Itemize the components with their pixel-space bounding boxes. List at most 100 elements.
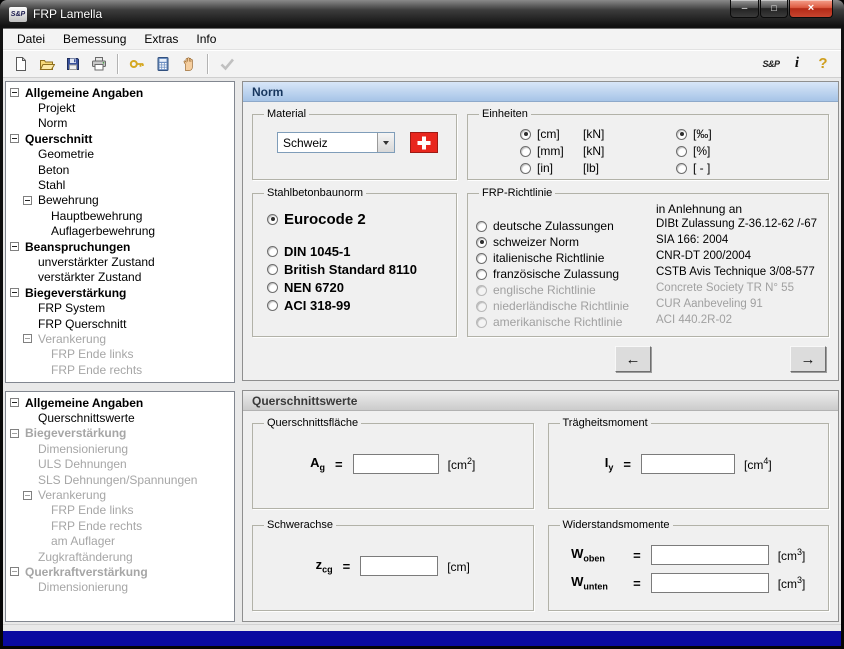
radio-button-icon[interactable] [476,221,487,232]
forward-button[interactable]: → [790,346,826,372]
confirm-button[interactable] [214,52,240,76]
tree-item[interactable]: verstärkter Zustand [7,270,233,285]
tree-expander-icon[interactable] [10,398,19,407]
maximize-button[interactable]: □ [760,0,788,18]
radio-button-icon[interactable] [476,237,487,248]
tree-item[interactable]: FRP System [7,300,233,315]
inertia-input[interactable] [641,454,735,474]
radio-button-icon[interactable] [476,285,487,296]
radio-button-icon[interactable] [476,253,487,264]
tree-item[interactable]: Auflagerbewehrung [7,224,233,239]
radio-button-icon[interactable] [520,146,531,157]
swiss-flag-button[interactable] [410,132,438,153]
radio-button-icon[interactable] [267,282,278,293]
concrete-code-option[interactable]: Eurocode 2 [267,208,448,230]
tree-item[interactable]: Hauptbewehrung [7,208,233,223]
tree-item[interactable]: ULS Dehnungen [7,457,233,472]
tree-item[interactable]: Projekt [7,100,233,115]
license-key-button[interactable] [124,52,150,76]
frp-guideline-option[interactable]: amerikanische Richtlinie [476,314,656,330]
print-button[interactable] [86,52,112,76]
calculate-button[interactable] [150,52,176,76]
tree-expander-icon[interactable] [10,288,19,297]
frp-guideline-option[interactable]: deutsche Zulassungen [476,218,656,234]
tree-expander-icon[interactable] [10,242,19,251]
tree-item[interactable]: FRP Ende links [7,503,233,518]
frp-guideline-option[interactable]: französische Zulassung [476,266,656,282]
unit-option[interactable]: [in][lb] [520,160,668,176]
tree-item[interactable]: Dimensionierung [7,441,233,456]
radio-button-icon[interactable] [267,246,278,257]
menu-bemessung[interactable]: Bemessung [54,30,135,48]
close-button[interactable]: × [789,0,833,18]
radio-button-icon[interactable] [476,269,487,280]
tree-item[interactable]: Allgemeine Angaben [7,85,233,100]
back-button[interactable]: ← [615,346,651,372]
frp-guideline-option[interactable]: niederländische Richtlinie [476,298,656,314]
unit-option[interactable]: [%] [676,143,820,159]
minimize-button[interactable]: – [730,0,759,18]
open-file-button[interactable] [34,52,60,76]
tree-expander-icon[interactable] [10,134,19,143]
radio-button-icon[interactable] [676,146,687,157]
frp-guideline-option[interactable]: englische Richtlinie [476,282,656,298]
radio-button-icon[interactable] [676,163,687,174]
radio-button-icon[interactable] [267,214,278,225]
tree-item[interactable]: Biegeverstärkung [7,426,233,441]
modulus-top-input[interactable] [651,545,769,565]
tree-expander-icon[interactable] [10,567,19,576]
radio-button-icon[interactable] [520,163,531,174]
tree-item[interactable]: Beton [7,162,233,177]
tree-item[interactable]: Allgemeine Angaben [7,395,233,410]
unit-option[interactable]: [‰] [676,126,820,142]
tree-item[interactable]: Bewehrung [7,193,233,208]
concrete-code-option[interactable]: NEN 6720 [267,278,448,296]
material-dropdown-button[interactable] [377,133,394,152]
tree-item[interactable]: Dimensionierung [7,580,233,595]
concrete-code-option[interactable]: British Standard 8110 [267,260,448,278]
tree-expander-icon[interactable] [23,491,32,500]
menu-datei[interactable]: Datei [8,30,54,48]
tree-item[interactable]: SLS Dehnungen/Spannungen [7,472,233,487]
tree-expander-icon[interactable] [23,334,32,343]
tree-item[interactable]: Stahl [7,177,233,192]
pan-button[interactable] [176,52,202,76]
new-document-button[interactable] [8,52,34,76]
unit-option[interactable]: [mm][kN] [520,143,668,159]
unit-option[interactable]: [cm][kN] [520,126,668,142]
info-button[interactable]: i [784,52,810,76]
tree-item[interactable]: am Auflager [7,534,233,549]
help-button[interactable]: ? [810,52,836,76]
material-select[interactable]: Schweiz [277,132,395,153]
radio-button-icon[interactable] [676,129,687,140]
tree-item[interactable]: unverstärkter Zustand [7,254,233,269]
tree-item[interactable]: Biegeverstärkung [7,285,233,300]
radio-button-icon[interactable] [520,129,531,140]
menu-info[interactable]: Info [187,30,225,48]
tree-item[interactable]: Querschnitt [7,131,233,146]
tree-item[interactable]: Verankerung [7,331,233,346]
radio-button-icon[interactable] [476,301,487,312]
tree-item[interactable]: Verankerung [7,487,233,502]
titlebar[interactable]: S&P FRP Lamella – □ × [3,0,841,28]
tree-item[interactable]: FRP Ende rechts [7,362,233,377]
axis-input[interactable] [360,556,438,576]
tree-item[interactable]: Querkraftverstärkung [7,564,233,579]
tree-expander-icon[interactable] [23,196,32,205]
sp-logo-button[interactable]: S&P [758,52,784,76]
radio-button-icon[interactable] [476,317,487,328]
radio-button-icon[interactable] [267,264,278,275]
tree-item[interactable]: FRP Querschnitt [7,316,233,331]
tree-expander-icon[interactable] [10,88,19,97]
menu-extras[interactable]: Extras [135,30,187,48]
unit-option[interactable]: [ - ] [676,160,820,176]
results-tree-panel[interactable]: Allgemeine AngabenQuerschnittswerteBiege… [5,391,235,622]
concrete-code-option[interactable]: ACI 318-99 [267,296,448,314]
tree-item[interactable]: Querschnittswerte [7,410,233,425]
area-input[interactable] [353,454,439,474]
save-button[interactable] [60,52,86,76]
tree-item[interactable]: FRP Ende rechts [7,518,233,533]
tree-item[interactable]: Norm [7,116,233,131]
tree-item[interactable]: Geometrie [7,147,233,162]
frp-guideline-option[interactable]: schweizer Norm [476,234,656,250]
